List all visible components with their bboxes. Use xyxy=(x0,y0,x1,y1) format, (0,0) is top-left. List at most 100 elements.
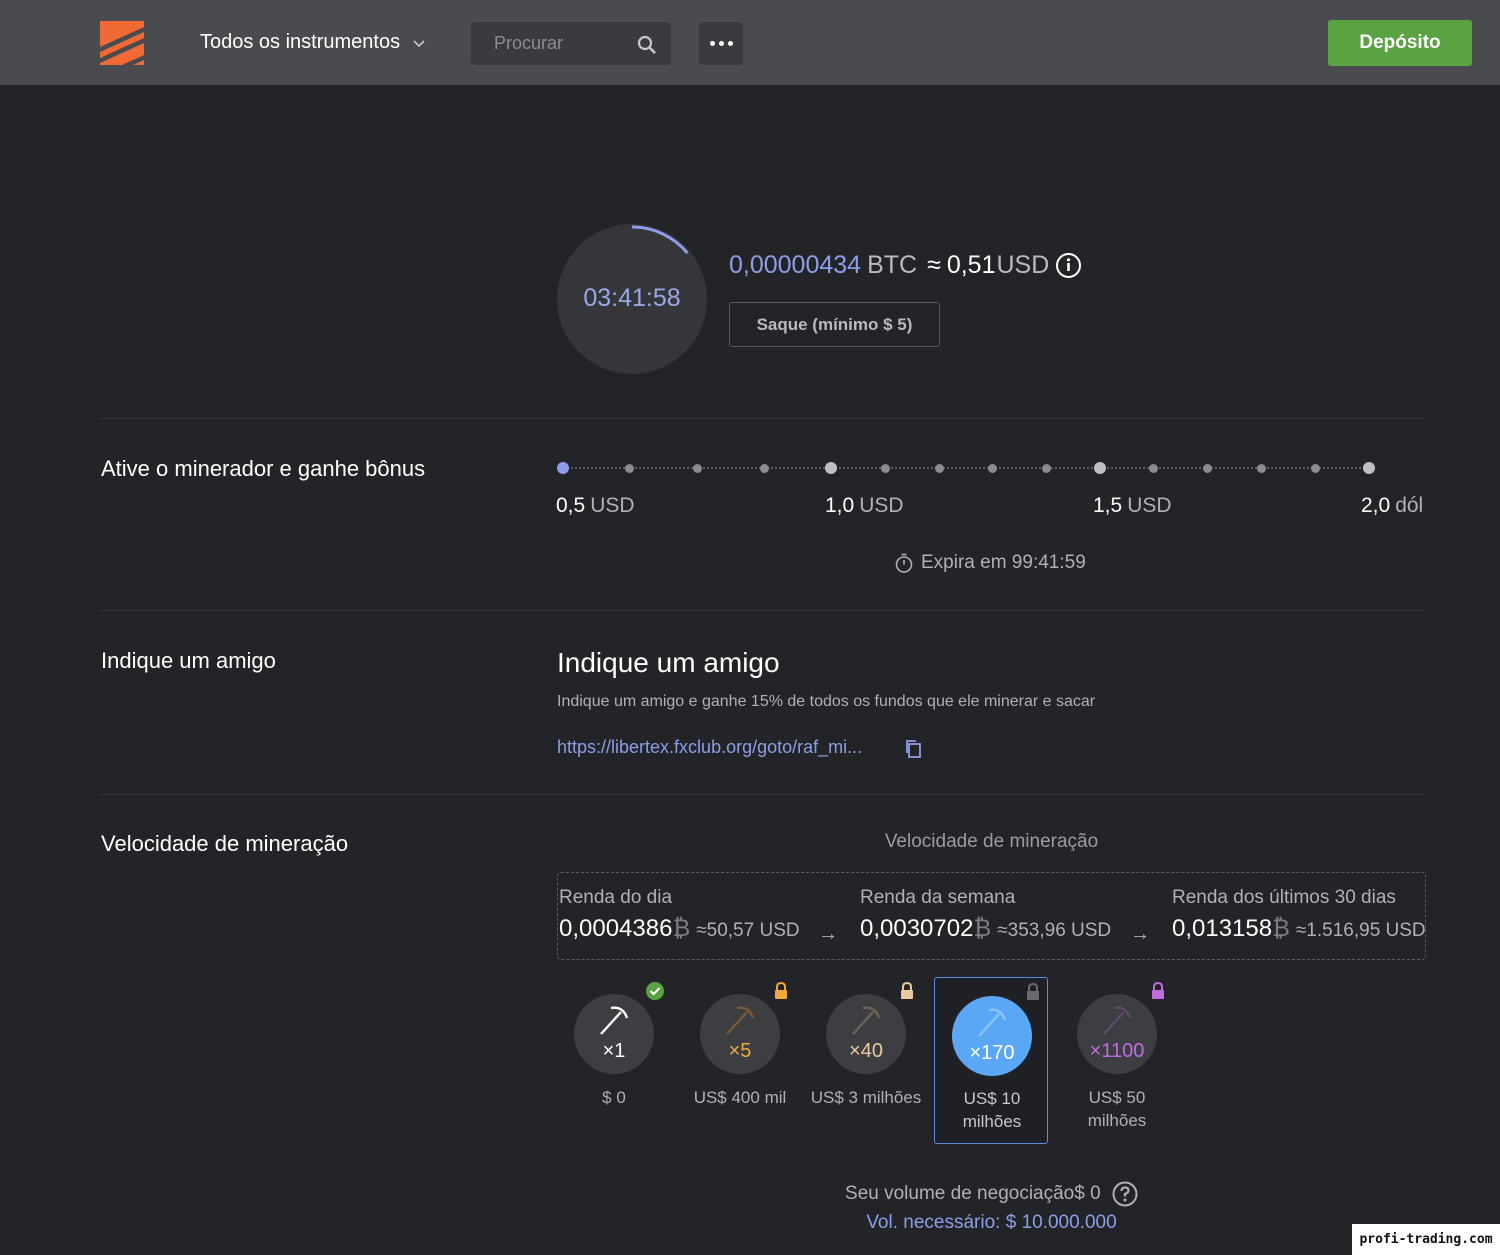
pickaxe-icon xyxy=(978,1008,1007,1037)
income-summary: Renda do dia 0,0004386₿ ≈50,57 USD → Rend… xyxy=(557,872,1426,960)
tier-multiplier: ×170 xyxy=(969,1042,1015,1064)
progress-dot-milestone xyxy=(1094,462,1106,474)
arrow-right-icon: → xyxy=(818,923,838,945)
milestone-label: 0,5 USD xyxy=(556,494,635,517)
income-value: 0,013158 xyxy=(1172,915,1273,942)
income-label: Renda do dia xyxy=(559,887,673,908)
chevron-down-icon xyxy=(413,39,425,47)
progress-dot xyxy=(1148,463,1158,473)
arrow-right-icon: → xyxy=(1130,923,1150,945)
search-box xyxy=(471,22,671,65)
trading-volume-text: Seu volume de negociação$ 0 xyxy=(845,1183,1101,1205)
lock-icon xyxy=(1027,982,1039,1000)
deposit-button[interactable]: Depósito xyxy=(1328,20,1472,66)
income-usd: ≈50,57 USD xyxy=(696,920,800,941)
refer-section-title: Indique um amigo xyxy=(101,648,276,673)
tier-x40[interactable]: ×40 US$ 3 milhões xyxy=(809,977,923,1144)
btc-balance: 0,00000434 xyxy=(729,251,862,279)
tier-circle: ×170 xyxy=(952,996,1032,1076)
progress-dot-active xyxy=(557,462,569,474)
tier-x170-selected[interactable]: ×170 US$ 10 milhões xyxy=(934,977,1048,1144)
pickaxe-icon xyxy=(726,1006,755,1035)
lock-icon xyxy=(1152,981,1164,999)
progress-dot xyxy=(1202,463,1212,473)
required-volume: Vol. necessário: $ 10.000.000 xyxy=(866,1212,1117,1233)
progress-dot-milestone xyxy=(1363,462,1375,474)
tier-price: US$ 50 milhões xyxy=(1087,1088,1147,1130)
income-day: Renda do dia 0,0004386₿ ≈50,57 USD xyxy=(559,887,800,943)
bitcoin-icon: ₿ xyxy=(672,915,691,942)
tier-multiplier: ×5 xyxy=(728,1040,752,1062)
income-label: Renda da semana xyxy=(860,887,1016,908)
tier-circle: ×5 xyxy=(700,994,780,1074)
income-usd: ≈353,96 USD xyxy=(997,920,1112,941)
mining-timer: 03:41:58 xyxy=(583,284,681,312)
tier-multiplier: ×1 xyxy=(602,1040,626,1062)
refer-heading: Indique um amigo xyxy=(557,647,780,678)
progress-dot xyxy=(1041,463,1051,473)
pickaxe-icon xyxy=(600,1006,629,1035)
milestone-label: 1,0 USD xyxy=(825,494,904,517)
tier-multiplier: ×1100 xyxy=(1089,1040,1145,1062)
income-month: Renda dos últimos 30 dias 0,013158₿ ≈1.51… xyxy=(1172,887,1426,943)
bonus-section-title: Ative o minerador e ganhe bônus xyxy=(101,456,426,481)
lock-icon xyxy=(901,981,913,999)
tier-x5[interactable]: ×5 US$ 400 mil xyxy=(683,977,797,1144)
btc-unit: BTC xyxy=(867,251,918,279)
usd-balance: 0,51 xyxy=(946,251,996,279)
stopwatch-icon xyxy=(895,553,913,573)
tier-x1[interactable]: ×1 $ 0 xyxy=(557,977,671,1144)
search-input[interactable] xyxy=(471,22,631,65)
dot-icon xyxy=(727,41,733,46)
progress-dot xyxy=(1256,463,1266,473)
withdraw-button[interactable]: Saque (mínimo $ 5) xyxy=(729,302,940,347)
divider xyxy=(100,794,1426,795)
income-label: Renda dos últimos 30 dias xyxy=(1172,887,1396,908)
info-icon[interactable] xyxy=(1055,252,1082,279)
income-value: 0,0030702 xyxy=(860,915,974,942)
progress-dot xyxy=(624,463,634,473)
expiry-text: Expira em 99:41:59 xyxy=(921,552,1086,573)
approx-sign: ≈ xyxy=(927,251,941,279)
income-week: Renda da semana 0,0030702₿ ≈353,96 USD xyxy=(860,887,1111,943)
progress-dot xyxy=(987,463,997,473)
divider xyxy=(100,418,1426,419)
tier-x1100[interactable]: ×1100 US$ 50 milhões xyxy=(1060,977,1174,1144)
tier-price: US$ 3 milhões xyxy=(810,1088,922,1107)
help-icon[interactable] xyxy=(1112,1181,1138,1207)
pickaxe-icon xyxy=(852,1006,881,1035)
instruments-dropdown[interactable]: Todos os instrumentos xyxy=(200,31,426,54)
dot-icon xyxy=(718,41,724,46)
progress-dot-milestone xyxy=(825,462,837,474)
more-options-button[interactable] xyxy=(699,22,743,65)
pickaxe-icon xyxy=(1103,1006,1132,1035)
referral-link[interactable]: https://libertex.fxclub.org/goto/raf_mi.… xyxy=(557,737,862,758)
watermark: profi-trading.com xyxy=(1352,1224,1500,1255)
bonus-expiry: Expira em 99:41:59 xyxy=(894,552,1086,574)
top-bar: Todos os instrumentos Depósito xyxy=(0,0,1500,85)
progress-dot xyxy=(759,463,769,473)
balance-line: 0,00000434 BTC ≈ 0,51 USD xyxy=(729,251,1082,280)
bitcoin-icon: ₿ xyxy=(973,915,992,942)
progress-dot xyxy=(880,463,890,473)
tier-circle: ×1 xyxy=(574,994,654,1074)
income-value: 0,0004386 xyxy=(559,915,673,942)
check-circle-icon xyxy=(646,982,664,1000)
tier-price: $ 0 xyxy=(602,1088,626,1107)
milestone-label: 1,5 USD xyxy=(1093,494,1172,517)
mining-speed-subtitle: Velocidade de mineração xyxy=(884,831,1099,852)
search-icon[interactable] xyxy=(637,35,657,55)
refer-description: Indique um amigo e ganhe 15% de todos os… xyxy=(557,693,1096,710)
lock-icon xyxy=(775,981,787,999)
bonus-progress-track xyxy=(563,467,1369,469)
libertex-logo[interactable] xyxy=(100,21,144,65)
bitcoin-icon: ₿ xyxy=(1272,915,1290,942)
usd-unit: USD xyxy=(996,251,1050,279)
trading-volume: Seu volume de negociação$ 0 xyxy=(557,1181,1426,1207)
tier-price: US$ 400 mil xyxy=(693,1088,787,1107)
copy-icon[interactable] xyxy=(904,739,923,759)
divider xyxy=(100,610,1426,611)
instruments-label: Todos os instrumentos xyxy=(200,31,401,53)
tier-multiplier: ×40 xyxy=(849,1040,883,1062)
dot-icon xyxy=(709,41,715,46)
